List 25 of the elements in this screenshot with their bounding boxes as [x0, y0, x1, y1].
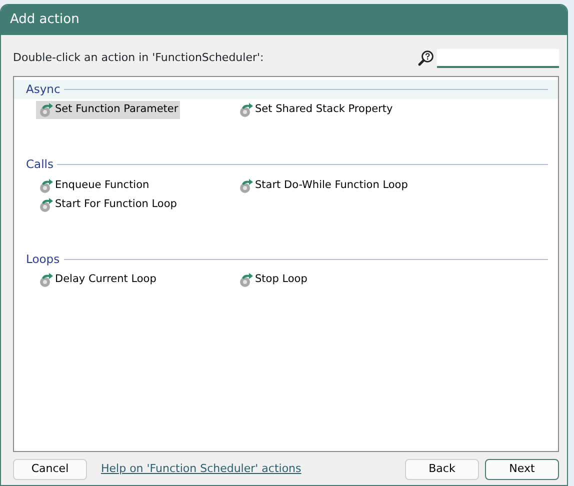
group-heading: Loops [26, 250, 60, 268]
action-item[interactable]: Start For Function Loop [36, 196, 179, 214]
action-item[interactable]: Stop Loop [236, 270, 310, 289]
action-item[interactable]: Delay Current Loop [36, 270, 158, 289]
next-button[interactable]: Next [485, 459, 559, 480]
action-item[interactable]: Set Function Parameter [36, 101, 180, 120]
back-button[interactable]: Back [405, 459, 479, 480]
search-field[interactable] [437, 48, 559, 68]
gear-arrow-icon [238, 272, 254, 288]
gear-arrow-icon [38, 178, 54, 194]
help-link[interactable]: Help on 'Function Scheduler' actions [101, 461, 302, 478]
gear-arrow-icon [38, 196, 54, 212]
window-title: Add action [10, 11, 80, 30]
gear-arrow-icon [238, 102, 254, 118]
group-heading: Async [26, 81, 60, 98]
action-item[interactable]: Start Do-While Function Loop [236, 176, 410, 194]
gear-arrow-icon [238, 178, 254, 194]
gear-arrow-icon [38, 102, 54, 118]
instruction-text: Double-click an action in 'FunctionScheduler': [13, 50, 264, 66]
cancel-button[interactable]: Cancel [13, 459, 87, 480]
action-item[interactable]: Enqueue Function [36, 176, 152, 194]
action-item[interactable]: Set Shared Stack Property [236, 101, 395, 120]
group-heading: Calls [26, 156, 54, 174]
search-help-icon [418, 50, 434, 66]
gear-arrow-icon [38, 272, 54, 288]
